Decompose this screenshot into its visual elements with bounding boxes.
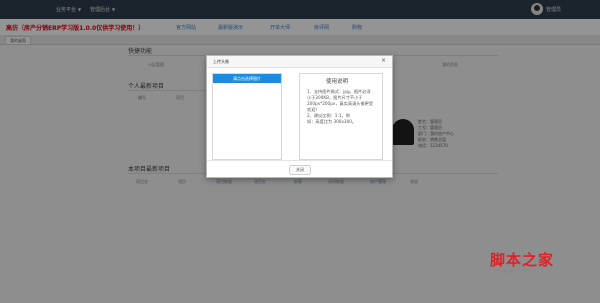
close-icon[interactable]: ×: [381, 57, 386, 64]
watermark-text: 脚本之家: [490, 251, 555, 269]
instruction-line: 如：高度比为 300x300。: [307, 119, 357, 124]
dialog-title: 上传头像: [213, 59, 229, 64]
instructions-title: 使用说明: [326, 79, 349, 85]
select-image-button[interactable]: 请点击选择图片: [213, 74, 281, 83]
dialog-footer-divider: [207, 160, 392, 161]
image-preview-area: 请点击选择图片: [212, 73, 282, 160]
instruction-line: 2、建议比例：1:1，例: [307, 113, 350, 118]
dialog-header: 上传头像 ×: [207, 56, 392, 68]
instructions-panel: 使用说明 1、支持图片格式：jpg，图片必须 小于200KB，图片尺寸不小于 2…: [299, 73, 383, 160]
instruction-line: 欢迎！: [307, 107, 320, 112]
site-watermark: 脚本之家 www.jb51.net: [490, 249, 554, 275]
instruction-line: 200px*200px，真实高清头像更受: [307, 101, 374, 106]
upload-avatar-dialog: 上传头像 × 请点击选择图片 使用说明 1、支持图片格式：jpg，图片必须 小于…: [206, 55, 393, 178]
instruction-line: 小于200KB，图片尺寸不小于: [307, 95, 363, 100]
instruction-line: 1、支持图片格式：jpg，图片必须: [307, 89, 371, 94]
close-button[interactable]: 关闭: [289, 165, 311, 175]
